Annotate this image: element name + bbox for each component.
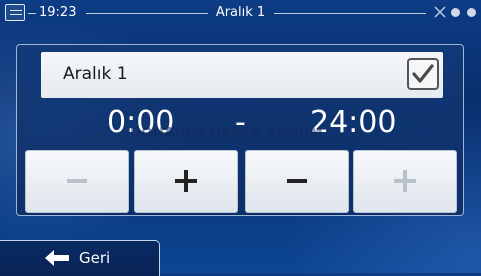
status-dot-icon — [451, 8, 460, 17]
plus-icon — [135, 169, 237, 197]
status-dot-icon — [467, 8, 476, 17]
interval-enabled-checkbox[interactable] — [407, 58, 439, 90]
status-bar: 19:23 Aralık 1 — [0, 0, 481, 28]
arrow-left-icon — [44, 249, 70, 271]
back-label: Geri — [79, 249, 111, 267]
interval-name: Aralık 1 — [63, 64, 128, 84]
minus-icon — [246, 169, 348, 197]
start-time-minus-button[interactable] — [25, 150, 129, 213]
back-button[interactable]: Geri — [0, 240, 160, 276]
minus-icon — [26, 169, 128, 197]
status-divider — [274, 13, 426, 14]
start-time-plus-button[interactable] — [134, 150, 238, 213]
watermark-text: DONANIM HABER FORUM — [130, 126, 324, 141]
satellite-icon — [433, 5, 447, 22]
checkmark-icon — [412, 64, 434, 83]
end-time-plus-button[interactable] — [353, 150, 457, 213]
interval-name-row[interactable]: Aralık 1 — [41, 52, 443, 98]
end-time-minus-button[interactable] — [245, 150, 349, 213]
plus-icon — [354, 169, 456, 197]
